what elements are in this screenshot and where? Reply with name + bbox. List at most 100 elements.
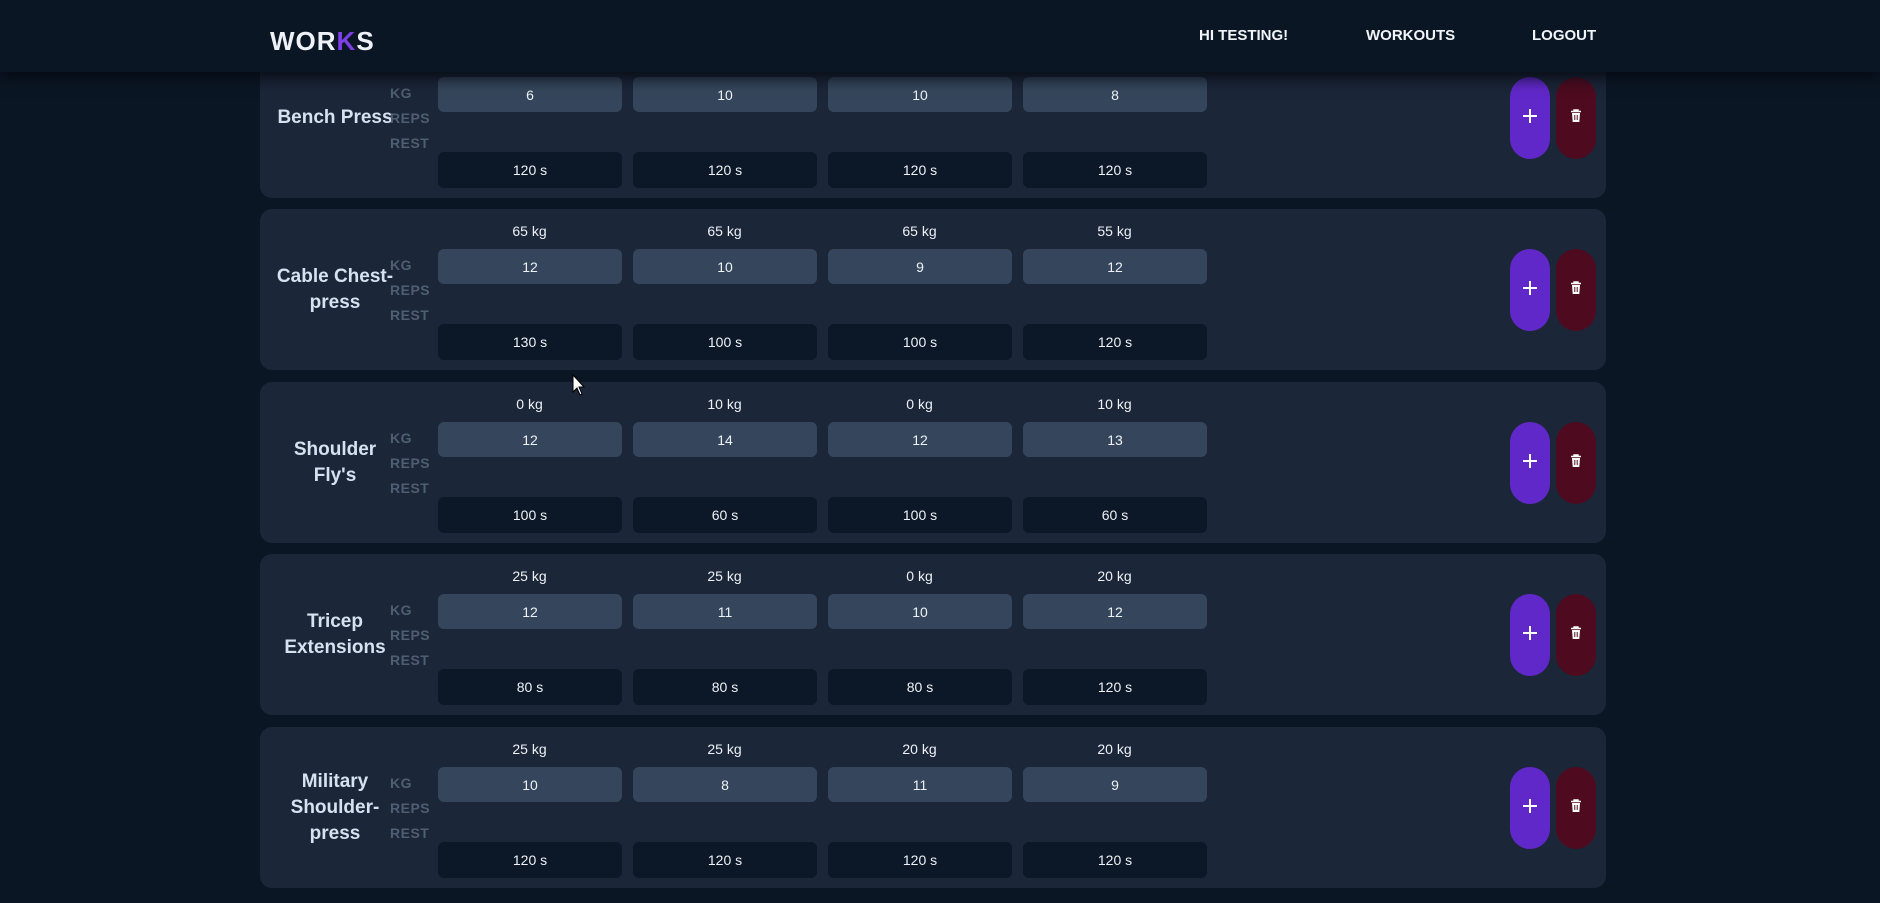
set-weight[interactable]: 25 kg [438,568,621,584]
set-rest-field[interactable]: 120 s [1023,152,1207,188]
set-rest-field[interactable]: 100 s [633,324,817,360]
set-reps-field[interactable]: 10 [828,594,1012,629]
rest-row-label: REST [390,480,430,496]
kg-row-label: KG [390,602,412,618]
add-set-button[interactable] [1510,422,1550,504]
nav-workouts[interactable]: WORKOUTS [1366,27,1455,44]
set-reps-field[interactable]: 12 [438,422,622,457]
add-set-button[interactable] [1510,77,1550,159]
set-reps-field[interactable]: 6 [438,77,622,112]
set-reps-field[interactable]: 12 [828,422,1012,457]
delete-exercise-button[interactable] [1556,767,1596,849]
add-set-button[interactable] [1510,594,1550,676]
trash-icon [1570,798,1582,818]
set-weight[interactable]: 10 kg [1023,396,1206,412]
delete-exercise-button[interactable] [1556,249,1596,331]
set-weight[interactable]: 10 kg [633,396,816,412]
exercise-name: Military Shoulder-press [290,770,380,844]
set-reps-field[interactable]: 12 [438,594,622,629]
set-weight[interactable]: 25 kg [633,568,816,584]
set-rest-field[interactable]: 120 s [438,842,622,878]
set-weight[interactable]: 65 kg [828,223,1011,239]
set-reps-field[interactable]: 10 [438,767,622,802]
trash-icon [1570,280,1582,300]
exercise-name: Tricep Extensions [284,610,386,658]
set-reps-field[interactable]: 10 [828,77,1012,112]
set-weight[interactable]: 65 kg [633,223,816,239]
set-reps-field[interactable]: 11 [828,767,1012,802]
set-rest-field[interactable]: 120 s [828,152,1012,188]
plus-icon [1522,798,1538,819]
exercise-card: Military Shoulder-press KG REPS REST 25 kg 10… [260,727,1606,888]
plus-icon [1522,280,1538,301]
set-weight[interactable]: 0 kg [438,396,621,412]
set-reps-field[interactable]: 8 [633,767,817,802]
set-reps-field[interactable]: 12 [1023,249,1207,284]
reps-row-label: REPS [390,282,431,298]
set-reps-field[interactable]: 12 [438,249,622,284]
set-reps-field[interactable]: 10 [633,77,817,112]
set-reps-field[interactable]: 14 [633,422,817,457]
set-reps-field[interactable]: 10 [633,249,817,284]
set-rest-field[interactable]: 80 s [633,669,817,705]
kg-row-label: KG [390,85,412,101]
trash-icon [1570,625,1582,645]
set-reps-field[interactable]: 8 [1023,77,1207,112]
reps-row-label: REPS [390,800,431,816]
set-rest-field[interactable]: 60 s [1023,497,1207,533]
reps-row-label: REPS [390,110,431,126]
set-rest-field[interactable]: 120 s [1023,324,1207,360]
rest-row-label: REST [390,652,430,668]
set-weight[interactable]: 20 kg [1023,568,1206,584]
logo-text-accent: K [336,26,357,56]
add-set-button[interactable] [1510,249,1550,331]
set-reps-field[interactable]: 13 [1023,422,1207,457]
set-weight[interactable]: 0 kg [828,396,1011,412]
set-rest-field[interactable]: 80 s [828,669,1012,705]
set-weight[interactable]: 20 kg [1023,741,1206,757]
set-reps-field[interactable]: 9 [1023,767,1207,802]
plus-icon [1522,453,1538,474]
add-set-button[interactable] [1510,767,1550,849]
set-rest-field[interactable]: 100 s [828,324,1012,360]
set-rest-field[interactable]: 100 s [438,497,622,533]
set-weight[interactable]: 65 kg [438,223,621,239]
logo[interactable]: WORKS [270,26,375,57]
exercise-name: Shoulder Fly's [293,438,377,486]
kg-row-label: KG [390,430,412,446]
mouse-cursor-icon [572,373,586,401]
logo-text-end: S [356,26,375,56]
set-rest-field[interactable]: 120 s [828,842,1012,878]
set-rest-field[interactable]: 120 s [438,152,622,188]
logo-text-start: WOR [270,26,337,56]
set-rest-field[interactable]: 120 s [633,152,817,188]
set-weight[interactable]: 25 kg [633,741,816,757]
delete-exercise-button[interactable] [1556,77,1596,159]
exercise-card: Shoulder Fly's KG REPS REST 0 kg 12 100 s 10 kg… [260,382,1606,543]
rest-row-label: REST [390,825,430,841]
set-rest-field[interactable]: 130 s [438,324,622,360]
set-reps-field[interactable]: 9 [828,249,1012,284]
set-weight[interactable]: 0 kg [828,568,1011,584]
set-reps-field[interactable]: 11 [633,594,817,629]
nav-greeting[interactable]: HI TESTING! [1199,27,1288,44]
set-rest-field[interactable]: 60 s [633,497,817,533]
kg-row-label: KG [390,775,412,791]
trash-icon [1570,453,1582,473]
set-rest-field[interactable]: 120 s [1023,669,1207,705]
delete-exercise-button[interactable] [1556,422,1596,504]
exercise-card: Cable Chest-press KG REPS REST 65 kg 12 130 s 6… [260,209,1606,370]
set-rest-field[interactable]: 120 s [633,842,817,878]
set-weight[interactable]: 55 kg [1023,223,1206,239]
set-rest-field[interactable]: 120 s [1023,842,1207,878]
nav-logout[interactable]: LOGOUT [1532,27,1596,44]
set-weight[interactable]: 25 kg [438,741,621,757]
rest-row-label: REST [390,135,430,151]
set-rest-field[interactable]: 80 s [438,669,622,705]
set-reps-field[interactable]: 12 [1023,594,1207,629]
set-rest-field[interactable]: 100 s [828,497,1012,533]
plus-icon [1522,108,1538,129]
exercise-list: Bench PressKGREPSREST80 kg6120 s70 kg101… [0,0,1880,903]
set-weight[interactable]: 20 kg [828,741,1011,757]
delete-exercise-button[interactable] [1556,594,1596,676]
